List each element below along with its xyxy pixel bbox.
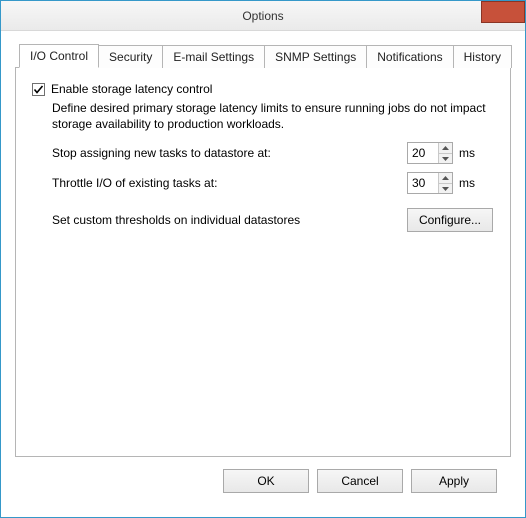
throttle-row: Throttle I/O of existing tasks at: ms	[52, 172, 494, 194]
throttle-unit: ms	[459, 176, 475, 190]
cancel-button[interactable]: Cancel	[317, 469, 403, 493]
stop-label: Stop assigning new tasks to datastore at…	[52, 146, 407, 160]
apply-button[interactable]: Apply	[411, 469, 497, 493]
tab-security[interactable]: Security	[98, 45, 163, 68]
stop-spin-down[interactable]	[439, 154, 452, 164]
custom-label: Set custom thresholds on individual data…	[52, 213, 407, 227]
client-area: I/O Control Security E-mail Settings SNM…	[1, 31, 525, 517]
titlebar: Options	[1, 1, 525, 31]
configure-button[interactable]: Configure...	[407, 208, 493, 232]
enable-description: Define desired primary storage latency l…	[52, 100, 492, 132]
stop-spin-up[interactable]	[439, 143, 452, 154]
enable-label: Enable storage latency control	[51, 82, 212, 96]
chevron-down-icon	[442, 187, 449, 191]
throttle-label: Throttle I/O of existing tasks at:	[52, 176, 407, 190]
chevron-down-icon	[442, 157, 449, 161]
custom-row: Set custom thresholds on individual data…	[52, 208, 494, 232]
enable-checkbox[interactable]	[32, 83, 45, 96]
close-button[interactable]	[481, 1, 525, 23]
ok-button[interactable]: OK	[223, 469, 309, 493]
chevron-up-icon	[442, 176, 449, 180]
throttle-input[interactable]	[408, 173, 438, 193]
throttle-spinner	[407, 172, 453, 194]
tab-strip: I/O Control Security E-mail Settings SNM…	[19, 43, 511, 67]
tab-history[interactable]: History	[453, 45, 512, 68]
check-icon	[33, 84, 44, 95]
throttle-spin-up[interactable]	[439, 173, 452, 184]
tab-snmp-settings[interactable]: SNMP Settings	[264, 45, 367, 68]
window-title: Options	[1, 9, 525, 23]
enable-row: Enable storage latency control	[32, 82, 494, 96]
throttle-spin-down[interactable]	[439, 184, 452, 194]
stop-row: Stop assigning new tasks to datastore at…	[52, 142, 494, 164]
tab-panel-io-control: Enable storage latency control Define de…	[15, 67, 511, 457]
tab-email-settings[interactable]: E-mail Settings	[162, 45, 265, 68]
chevron-up-icon	[442, 146, 449, 150]
dialog-footer: OK Cancel Apply	[15, 457, 511, 507]
options-window: Options I/O Control Security E-mail Sett…	[0, 0, 526, 518]
tab-notifications[interactable]: Notifications	[366, 45, 453, 68]
stop-spinner	[407, 142, 453, 164]
stop-input[interactable]	[408, 143, 438, 163]
stop-unit: ms	[459, 146, 475, 160]
tab-io-control[interactable]: I/O Control	[19, 44, 99, 68]
